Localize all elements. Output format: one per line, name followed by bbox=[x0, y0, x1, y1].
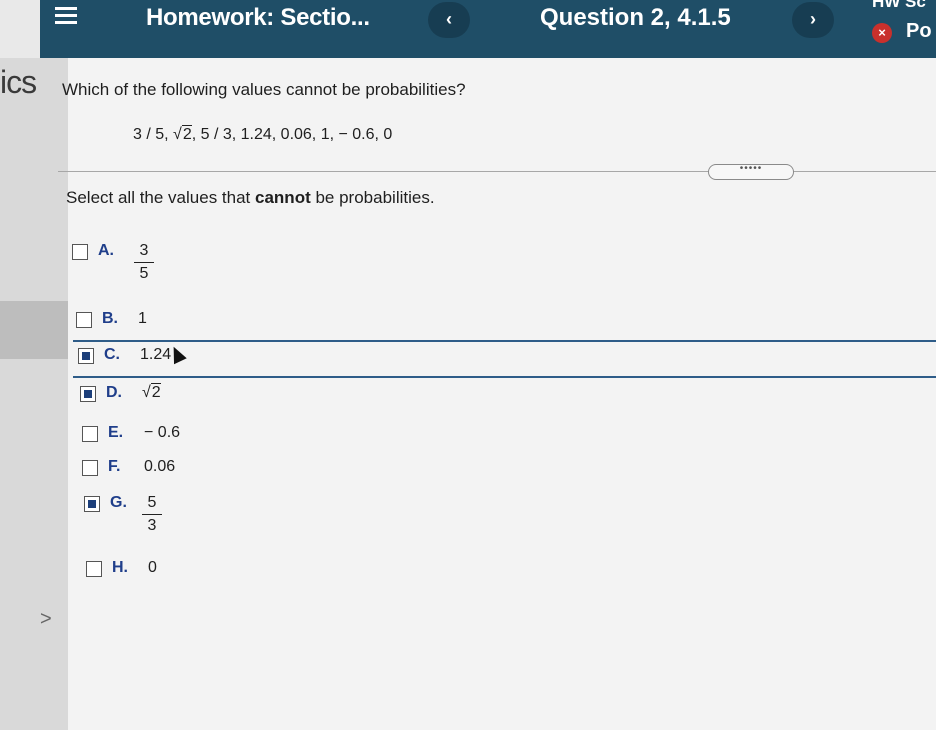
option-d-checkbox[interactable] bbox=[80, 386, 96, 402]
selected-row-highlight bbox=[73, 340, 936, 378]
option-d-value: √2 bbox=[142, 383, 161, 402]
option-h-letter: H. bbox=[112, 559, 128, 576]
option-e-value: − 0.6 bbox=[144, 424, 181, 441]
sidebar-partial-text: ics bbox=[0, 64, 37, 100]
option-a-fraction: 3 5 bbox=[134, 242, 154, 283]
option-g-fraction: 5 3 bbox=[142, 494, 162, 535]
previous-question-button[interactable]: ‹ bbox=[428, 2, 470, 38]
question-prompt: Which of the following values cannot be … bbox=[62, 80, 466, 99]
option-b-value: 1 bbox=[138, 310, 147, 327]
instruction-text: Select all the values that cannot be pro… bbox=[66, 188, 435, 208]
question-title: Question 2, 4.1.5 bbox=[540, 4, 731, 31]
option-d-radicand: 2 bbox=[150, 383, 161, 401]
option-f-checkbox[interactable] bbox=[82, 460, 98, 476]
option-g-denominator: 3 bbox=[147, 517, 157, 534]
instruction-bold: cannot bbox=[255, 188, 311, 207]
sqrt-value: √2 bbox=[173, 125, 192, 143]
expand-chevron-icon[interactable]: > bbox=[40, 608, 52, 631]
option-a-letter: A. bbox=[98, 242, 114, 259]
instruction-pre: Select all the values that bbox=[66, 188, 256, 207]
instruction-post: be probabilities. bbox=[310, 188, 435, 207]
option-f-value: 0.06 bbox=[144, 458, 176, 475]
option-g-numerator: 5 bbox=[147, 494, 157, 511]
values-suffix: , 5 / 3, 1.24, 0.06, 1, − 0.6, 0 bbox=[191, 126, 393, 143]
option-a-denominator: 5 bbox=[139, 265, 149, 282]
sqrt-radicand: 2 bbox=[181, 125, 192, 143]
option-f-letter: F. bbox=[108, 458, 121, 475]
option-b-letter: B. bbox=[102, 310, 118, 327]
values-list: 3 / 5, √2, 5 / 3, 1.24, 0.06, 1, − 0.6, … bbox=[133, 125, 393, 144]
option-d-letter: D. bbox=[106, 384, 122, 401]
resize-handle[interactable]: ••••• bbox=[708, 164, 794, 180]
option-e-checkbox[interactable] bbox=[82, 426, 98, 442]
hw-score-label: HW Sc bbox=[872, 0, 926, 11]
option-h-checkbox[interactable] bbox=[86, 561, 102, 577]
option-g-checkbox[interactable] bbox=[84, 496, 100, 512]
option-a-numerator: 3 bbox=[139, 242, 149, 259]
left-panel bbox=[0, 58, 68, 730]
menu-icon[interactable] bbox=[55, 3, 77, 28]
option-b-checkbox[interactable] bbox=[76, 312, 92, 328]
points-label: Po bbox=[906, 20, 932, 42]
values-prefix: 3 / 5, bbox=[133, 126, 174, 143]
option-e-letter: E. bbox=[108, 424, 124, 441]
option-h-value: 0 bbox=[148, 559, 157, 576]
option-c-letter: C. bbox=[104, 346, 120, 363]
next-question-button[interactable]: › bbox=[792, 2, 834, 38]
divider bbox=[58, 171, 936, 172]
option-g-letter: G. bbox=[110, 494, 127, 511]
option-c-checkbox[interactable] bbox=[78, 348, 94, 364]
option-a-checkbox[interactable] bbox=[72, 244, 88, 260]
homework-title[interactable]: Homework: Sectio... bbox=[146, 4, 370, 32]
question-panel bbox=[68, 58, 936, 730]
close-circle-icon: × bbox=[872, 23, 892, 43]
option-d-sqrt: √2 bbox=[142, 383, 161, 401]
